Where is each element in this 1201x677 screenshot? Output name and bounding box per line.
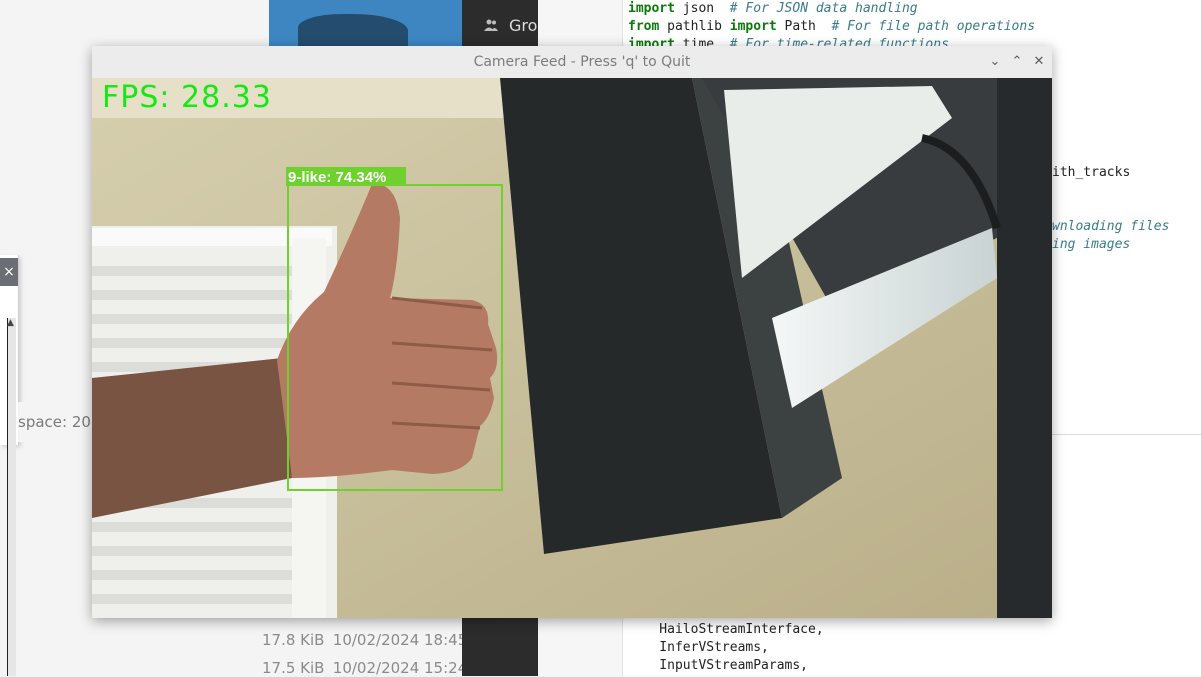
camera-frame-image [92, 78, 1052, 618]
detection-bounding-box [287, 184, 503, 491]
minimize-button[interactable]: ⌄ [984, 51, 1006, 73]
code-fragment[interactable]: wnloading files [1052, 218, 1169, 236]
file-date: 10/02/2024 15:24 [332, 659, 468, 677]
file-size: 17.5 KiB [262, 659, 325, 677]
detection-label: 9-like: 74.34% [288, 169, 387, 186]
camera-scene [92, 78, 1052, 618]
code-line[interactable]: import json # For JSON data handling [628, 0, 918, 18]
maximize-button[interactable]: ⌃ [1006, 51, 1028, 73]
editor-divider [1052, 434, 1201, 435]
close-button[interactable]: ✕ [1028, 51, 1050, 73]
code-line[interactable]: from pathlib import Path # For file path… [628, 18, 1035, 36]
code-fragment[interactable]: ith_tracks [1052, 164, 1130, 182]
groups-icon [484, 19, 498, 31]
code-line[interactable]: HailoStreamInterface, [628, 621, 823, 639]
fps-counter: FPS: 28.33 [102, 80, 272, 115]
dialog-scrollbar[interactable] [7, 318, 16, 676]
file-list-row[interactable]: 17.8 KiB 10/02/2024 18:45 [262, 631, 467, 649]
window-title: Camera Feed - Press 'q' to Quit [473, 54, 691, 70]
sidebar-item-groups[interactable]: Gro [509, 16, 537, 35]
free-space-text: space: 205 [18, 402, 98, 442]
file-date: 10/02/2024 18:45 [332, 631, 468, 649]
dialog-close-button[interactable]: × [0, 258, 18, 286]
file-size: 17.8 KiB [262, 631, 325, 649]
file-list-row[interactable]: 17.5 KiB 10/02/2024 15:24 [262, 659, 467, 677]
code-line[interactable]: InputVStreamParams, [628, 657, 808, 675]
code-line[interactable]: InferVStreams, [628, 639, 769, 657]
thumbnail-shape [298, 14, 408, 48]
code-fragment[interactable]: ing images [1052, 236, 1130, 254]
scroll-up-arrow-icon[interactable]: ▲ [7, 318, 14, 328]
